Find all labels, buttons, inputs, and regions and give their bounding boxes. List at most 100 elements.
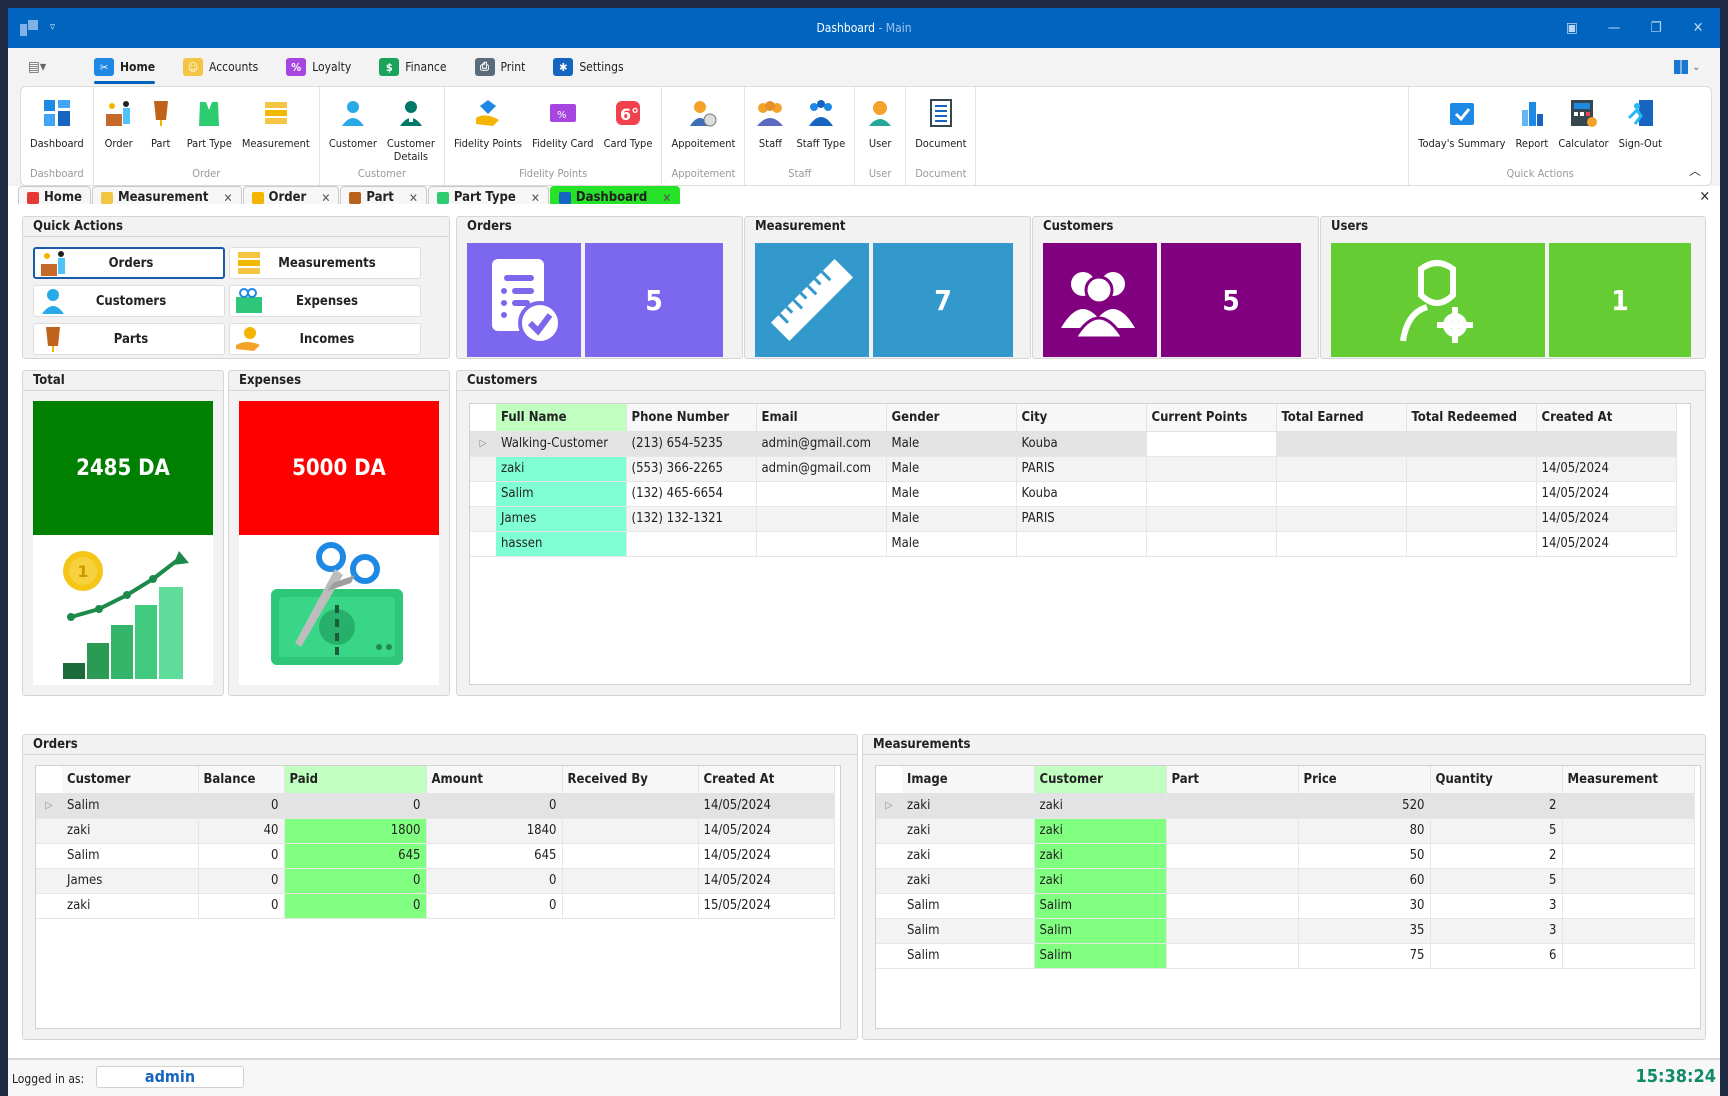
cell-image[interactable]: zaki — [902, 868, 1035, 894]
cell-measurement[interactable] — [1562, 918, 1695, 944]
close-tab-icon[interactable]: ✕ — [223, 191, 232, 205]
cell-received-by[interactable] — [562, 868, 699, 894]
ribbon-button-customer[interactable]: Customer — [324, 93, 382, 167]
close-tab-icon[interactable]: ✕ — [321, 191, 330, 205]
cell-phone-number[interactable]: (132) 132-1321 — [626, 506, 757, 532]
cell-email[interactable] — [756, 531, 887, 557]
ribbon-button-sign-out[interactable]: Sign-Out — [1614, 93, 1667, 167]
cell-paid[interactable]: 1800 — [284, 818, 427, 844]
cell-total-earned[interactable] — [1276, 431, 1407, 457]
ribbon-button-order[interactable]: Order — [98, 93, 140, 167]
cell-quantity[interactable]: 6 — [1430, 943, 1563, 969]
column-header-paid[interactable]: Paid — [284, 766, 427, 794]
cell-customer[interactable]: Salim — [1034, 893, 1167, 919]
ribbon-tab-home[interactable]: ✂ Home — [94, 48, 156, 86]
table-row[interactable]: zaki zaki 80 5 — [876, 818, 1695, 844]
ribbon-button-today-s-summary[interactable]: Today's Summary — [1413, 93, 1510, 167]
column-header-full-name[interactable]: Full Name — [496, 404, 627, 432]
column-header-customer[interactable]: Customer — [62, 766, 199, 794]
ribbon-button-calculator[interactable]: Calculator — [1553, 93, 1613, 167]
column-header-balance[interactable]: Balance — [198, 766, 285, 794]
cell-current-points[interactable] — [1146, 531, 1277, 557]
cell-balance[interactable]: 0 — [198, 793, 285, 819]
table-row[interactable]: ▷ zaki zaki 520 2 — [876, 793, 1695, 819]
cell-total-earned[interactable] — [1276, 481, 1407, 507]
ribbon-tab-accounts[interactable]: ☺ Accounts — [183, 48, 258, 86]
cell-customer[interactable]: zaki — [62, 818, 199, 844]
ribbon-button-appoitement[interactable]: Appoitement — [666, 93, 740, 167]
column-header-received-by[interactable]: Received By — [562, 766, 699, 794]
column-header-total-earned[interactable]: Total Earned — [1276, 404, 1407, 432]
column-header-part[interactable]: Part — [1166, 766, 1299, 794]
cell-customer[interactable]: Salim — [62, 843, 199, 869]
cell-image[interactable]: zaki — [902, 843, 1035, 869]
cell-measurement[interactable] — [1562, 893, 1695, 919]
cell-balance[interactable]: 40 — [198, 818, 285, 844]
column-header-price[interactable]: Price — [1298, 766, 1431, 794]
cell-total-earned[interactable] — [1276, 531, 1407, 557]
stat-value-tile[interactable]: 7 — [873, 243, 1013, 357]
cell-gender[interactable]: Male — [886, 431, 1017, 457]
ribbon-button-customer-details[interactable]: Customer Details — [382, 93, 440, 167]
cell-price[interactable]: 50 — [1298, 843, 1431, 869]
cell-quantity[interactable]: 3 — [1430, 893, 1563, 919]
cell-amount[interactable]: 1840 — [426, 818, 563, 844]
cell-total-earned[interactable] — [1276, 506, 1407, 532]
table-row[interactable]: hassen Male 14/05/2024 — [470, 531, 1677, 557]
ribbon-button-part-type[interactable]: Part Type — [182, 93, 237, 167]
cell-customer[interactable]: zaki — [1034, 843, 1167, 869]
cell-measurement[interactable] — [1562, 793, 1695, 819]
layout-switch-button[interactable]: ⌄ — [1674, 60, 1700, 74]
cell-full-name[interactable]: Salim — [496, 481, 627, 507]
cell-quantity[interactable]: 5 — [1430, 818, 1563, 844]
ribbon-button-user[interactable]: User — [859, 93, 901, 167]
cell-created-at[interactable]: 14/05/2024 — [698, 843, 835, 869]
cell-gender[interactable]: Male — [886, 531, 1017, 557]
cell-price[interactable]: 60 — [1298, 868, 1431, 894]
table-row[interactable]: Salim Salim 75 6 — [876, 943, 1695, 969]
cell-price[interactable]: 520 — [1298, 793, 1431, 819]
cell-current-points[interactable] — [1146, 456, 1277, 482]
cell-total-redeemed[interactable] — [1406, 506, 1537, 532]
cell-part[interactable] — [1166, 893, 1299, 919]
cell-phone-number[interactable]: (213) 654-5235 — [626, 431, 757, 457]
quick-action-expenses[interactable]: Expenses — [229, 285, 421, 317]
cell-paid[interactable]: 0 — [284, 793, 427, 819]
column-header-quantity[interactable]: Quantity — [1430, 766, 1563, 794]
cell-customer[interactable]: Salim — [1034, 918, 1167, 944]
cell-price[interactable]: 75 — [1298, 943, 1431, 969]
cell-balance[interactable]: 0 — [198, 843, 285, 869]
cell-customer[interactable]: James — [62, 868, 199, 894]
cell-email[interactable] — [756, 481, 887, 507]
quick-action-measurements[interactable]: Measurements — [229, 247, 421, 279]
column-header-amount[interactable]: Amount — [426, 766, 563, 794]
cell-measurement[interactable] — [1562, 943, 1695, 969]
cell-price[interactable]: 30 — [1298, 893, 1431, 919]
application-menu-icon[interactable]: ▤▾ — [28, 59, 64, 75]
column-header-image[interactable]: Image — [902, 766, 1035, 794]
maximize-button[interactable]: ❐ — [1642, 16, 1670, 40]
ribbon-button-card-type[interactable]: 6° Card Type — [599, 93, 658, 167]
cell-gender[interactable]: Male — [886, 481, 1017, 507]
ribbon-tab-finance[interactable]: $ Finance — [379, 48, 447, 86]
cell-city[interactable] — [1016, 531, 1147, 557]
ribbon-button-part[interactable]: Part — [140, 93, 182, 167]
quick-action-parts[interactable]: Parts — [33, 323, 225, 355]
minimize-button[interactable]: — — [1600, 16, 1628, 40]
cell-created-at[interactable]: 14/05/2024 — [1536, 506, 1677, 532]
cell-amount[interactable]: 0 — [426, 793, 563, 819]
cell-measurement[interactable] — [1562, 843, 1695, 869]
cell-customer[interactable]: zaki — [62, 893, 199, 919]
cell-gender[interactable]: Male — [886, 456, 1017, 482]
table-row[interactable]: ▷ Walking-Customer (213) 654-5235 admin@gma… — [470, 431, 1677, 457]
cell-created-at[interactable]: 14/05/2024 — [698, 868, 835, 894]
ribbon-button-report[interactable]: Report — [1511, 93, 1554, 167]
ribbon-tab-print[interactable]: ⎙ Print — [474, 48, 525, 86]
table-row[interactable]: James 0 0 0 14/05/2024 — [36, 868, 835, 894]
close-all-tabs-icon[interactable]: ✕ — [1699, 189, 1710, 205]
quick-action-customers[interactable]: Customers — [33, 285, 225, 317]
cell-email[interactable]: admin@gmail.com — [756, 431, 887, 457]
cell-customer[interactable]: Salim — [1034, 943, 1167, 969]
ribbon-tab-loyalty[interactable]: % Loyalty — [286, 48, 351, 86]
table-row[interactable]: zaki 40 1800 1840 14/05/2024 — [36, 818, 835, 844]
